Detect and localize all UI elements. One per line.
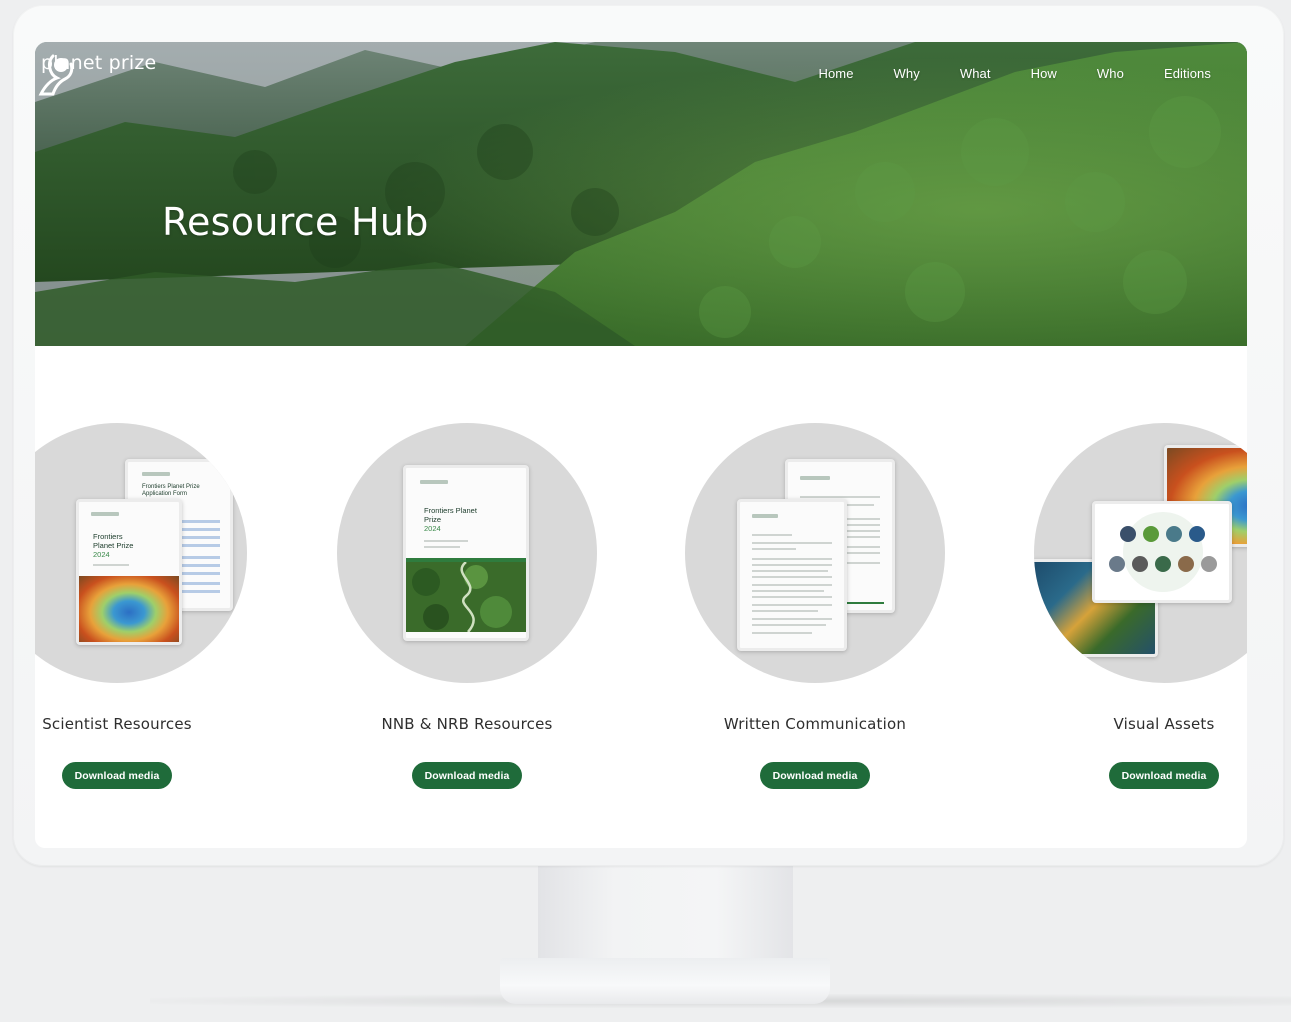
nav-item-editions[interactable]: Editions — [1144, 64, 1247, 83]
monitor-stand-base — [500, 958, 830, 1004]
nav-item-who[interactable]: Who — [1077, 64, 1144, 83]
nav-item-what[interactable]: What — [940, 64, 1011, 83]
main-nav: Home Why What How Who Editions — [798, 64, 1247, 83]
download-media-button[interactable]: Download media — [62, 762, 172, 789]
resource-title: Visual Assets — [1113, 715, 1215, 733]
river-forest-photo — [406, 562, 526, 632]
planet-prize-logo-icon — [38, 54, 74, 96]
nav-item-home[interactable]: Home — [798, 64, 873, 83]
forest-landscape-image — [35, 42, 1247, 346]
nav-item-how[interactable]: How — [1011, 64, 1077, 83]
prize-brochure-document: Frontiers Planet Prize 2024 — [403, 465, 529, 641]
resource-thumbnail: Frontiers Planet Prize Application Form … — [35, 423, 247, 683]
resource-thumbnail — [1034, 423, 1247, 683]
resource-title: NNB & NRB Resources — [381, 715, 553, 733]
hot-spring-photo — [79, 576, 179, 642]
page-title: Resource Hub — [162, 200, 429, 244]
winner-portraits-icon — [1109, 512, 1217, 592]
download-media-button[interactable]: Download media — [1109, 762, 1219, 789]
brand-logo[interactable]: planet prize — [37, 52, 156, 96]
portrait-grid-document — [1092, 501, 1232, 603]
download-media-button[interactable]: Download media — [760, 762, 870, 789]
website-screen: planet prize Home Why What How Who Editi… — [35, 42, 1247, 848]
resource-thumbnail — [685, 423, 945, 683]
download-media-button[interactable]: Download media — [412, 762, 522, 789]
text-document-front — [737, 499, 847, 651]
resource-title: Written Communication — [723, 715, 907, 733]
doc-title: Frontiers Planet Prize Application Form — [142, 484, 200, 497]
resource-thumbnail: Frontiers Planet Prize 2024 — [337, 423, 597, 683]
doc-year: 2024 — [424, 524, 441, 533]
resource-title: Scientist Resources — [42, 715, 192, 733]
doc-title: Frontiers Planet Prize — [93, 532, 134, 550]
prize-brochure-document: Frontiers Planet Prize 2024 — [76, 499, 182, 645]
nav-item-why[interactable]: Why — [874, 64, 940, 83]
doc-title: Frontiers Planet Prize — [424, 506, 477, 524]
doc-year: 2024 — [93, 550, 110, 559]
hero-banner: planet prize Home Why What How Who Editi… — [35, 42, 1247, 346]
